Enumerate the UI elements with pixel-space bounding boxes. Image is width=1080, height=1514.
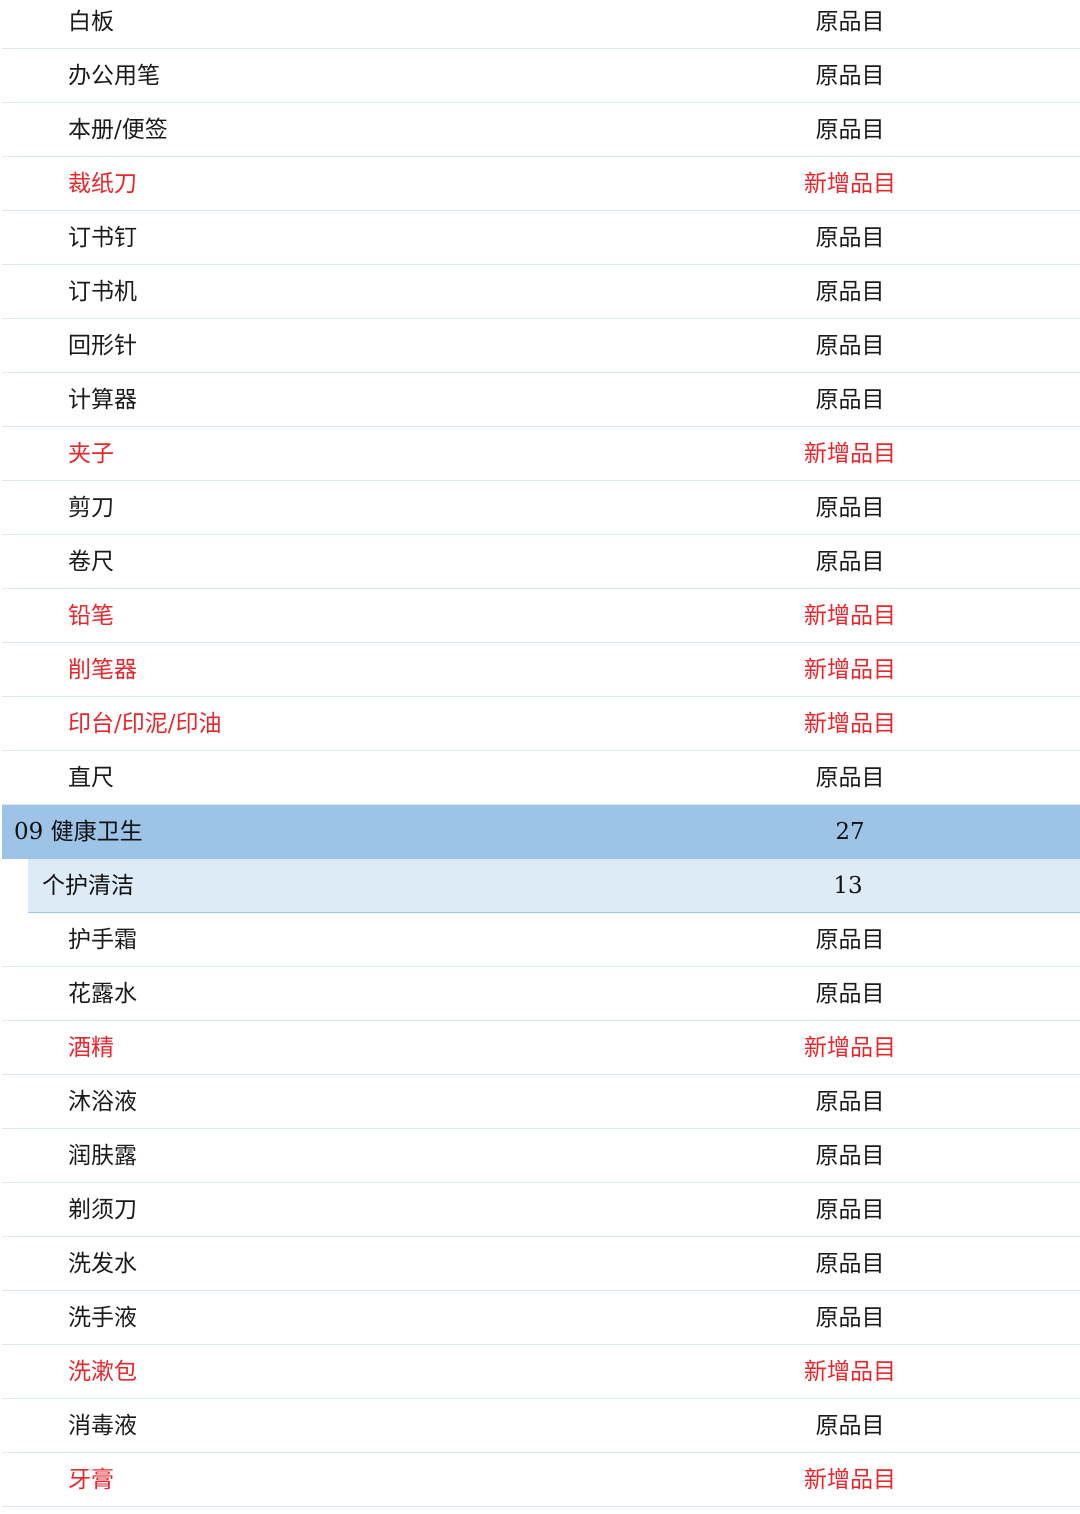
table-row: 消毒液 原品目 — [2, 1399, 1080, 1453]
item-status: 新增品目 — [804, 657, 896, 683]
table-row: 印台/印泥/印油 新增品目 — [2, 697, 1080, 751]
item-name: 消毒液 — [68, 1413, 137, 1439]
table-row: 剪刀 原品目 — [2, 481, 1080, 535]
item-name: 洗手液 — [68, 1305, 137, 1331]
item-status: 新增品目 — [804, 171, 896, 197]
item-name: 订书机 — [68, 279, 137, 305]
item-status: 原品目 — [815, 981, 885, 1007]
table-row: 牙膏 新增品目 — [2, 1453, 1080, 1507]
table-row: 酒精 新增品目 — [2, 1021, 1080, 1075]
category-name: 09 健康卫生 — [14, 819, 143, 845]
item-name: 回形针 — [68, 333, 137, 359]
table-row: 办公用笔 原品目 — [2, 49, 1080, 103]
item-name: 酒精 — [68, 1035, 114, 1061]
item-name: 洗漱包 — [68, 1359, 137, 1385]
table-row: 沐浴液 原品目 — [2, 1075, 1080, 1129]
item-status: 新增品目 — [804, 441, 896, 467]
item-name: 牙膏 — [68, 1467, 114, 1493]
item-name: 剪刀 — [68, 495, 114, 521]
table-row: 剃须刀 原品目 — [2, 1183, 1080, 1237]
item-name: 花露水 — [68, 981, 137, 1007]
item-name: 护手霜 — [68, 927, 137, 953]
item-name: 白板 — [68, 9, 114, 35]
item-name: 裁纸刀 — [68, 171, 137, 197]
item-name: 办公用笔 — [68, 63, 160, 89]
table-row: 订书机 原品目 — [2, 265, 1080, 319]
item-status: 原品目 — [815, 333, 885, 359]
item-status: 原品目 — [815, 1143, 885, 1169]
table-row: 订书钉 原品目 — [2, 211, 1080, 265]
table-row: 回形针 原品目 — [2, 319, 1080, 373]
subcategory-row: 个护清洁 13 — [28, 859, 1080, 913]
item-name: 夹子 — [68, 441, 114, 467]
item-count: 27 — [835, 819, 865, 845]
item-name: 卷尺 — [68, 549, 114, 575]
table-row: 削笔器 新增品目 — [2, 643, 1080, 697]
item-status: 原品目 — [815, 927, 885, 953]
product-category-table: 白板 原品目 办公用笔 原品目 本册/便签 原品目 裁纸刀 新增品目 订书钉 原品目 订书机 原品目回… — [0, 0, 1080, 1507]
item-name: 铅笔 — [68, 603, 114, 629]
item-name: 印台/印泥/印油 — [68, 711, 222, 737]
table-row: 卷尺 原品目 — [2, 535, 1080, 589]
item-status: 新增品目 — [804, 711, 896, 737]
table-row: 铅笔 新增品目 — [2, 589, 1080, 643]
item-name: 计算器 — [68, 387, 137, 413]
table-row: 洗漱包 新增品目 — [2, 1345, 1080, 1399]
item-status: 原品目 — [815, 765, 885, 791]
table-row: 计算器 原品目 — [2, 373, 1080, 427]
item-status: 原品目 — [815, 495, 885, 521]
item-status: 原品目 — [815, 9, 885, 35]
table-row: 白板 原品目 — [2, 0, 1080, 49]
item-status: 原品目 — [815, 1251, 885, 1277]
item-status: 原品目 — [815, 1089, 885, 1115]
item-status: 原品目 — [815, 1197, 885, 1223]
item-status: 新增品目 — [804, 1467, 896, 1493]
table-row: 洗发水 原品目 — [2, 1237, 1080, 1291]
item-status: 原品目 — [815, 549, 885, 575]
table-row: 洗手液 原品目 — [2, 1291, 1080, 1345]
item-status: 新增品目 — [804, 603, 896, 629]
table-row: 花露水 原品目 — [2, 967, 1080, 1021]
table-row: 直尺 原品目 — [2, 751, 1080, 805]
table-row: 护手霜 原品目 — [2, 913, 1080, 967]
item-status: 原品目 — [815, 117, 885, 143]
item-count: 13 — [833, 873, 863, 899]
item-name: 沐浴液 — [68, 1089, 137, 1115]
subcategory-name: 个护清洁 — [42, 873, 134, 899]
item-status: 原品目 — [815, 279, 885, 305]
item-name: 直尺 — [68, 765, 114, 791]
table-row: 裁纸刀 新增品目 — [2, 157, 1080, 211]
item-status: 新增品目 — [804, 1359, 896, 1385]
item-name: 本册/便签 — [68, 117, 168, 143]
item-status: 原品目 — [815, 225, 885, 251]
category-row: 09 健康卫生 27 — [2, 805, 1080, 859]
item-status: 原品目 — [815, 387, 885, 413]
item-status: 原品目 — [815, 63, 885, 89]
table-row: 本册/便签 原品目 — [2, 103, 1080, 157]
table-row: 夹子 新增品目 — [2, 427, 1080, 481]
item-name: 洗发水 — [68, 1251, 137, 1277]
item-name: 剃须刀 — [68, 1197, 137, 1223]
item-name: 订书钉 — [68, 225, 137, 251]
table-row: 润肤露 原品目 — [2, 1129, 1080, 1183]
item-name: 润肤露 — [68, 1143, 137, 1169]
item-status: 原品目 — [815, 1413, 885, 1439]
item-status: 原品目 — [815, 1305, 885, 1331]
item-status: 新增品目 — [804, 1035, 896, 1061]
item-name: 削笔器 — [68, 657, 137, 683]
